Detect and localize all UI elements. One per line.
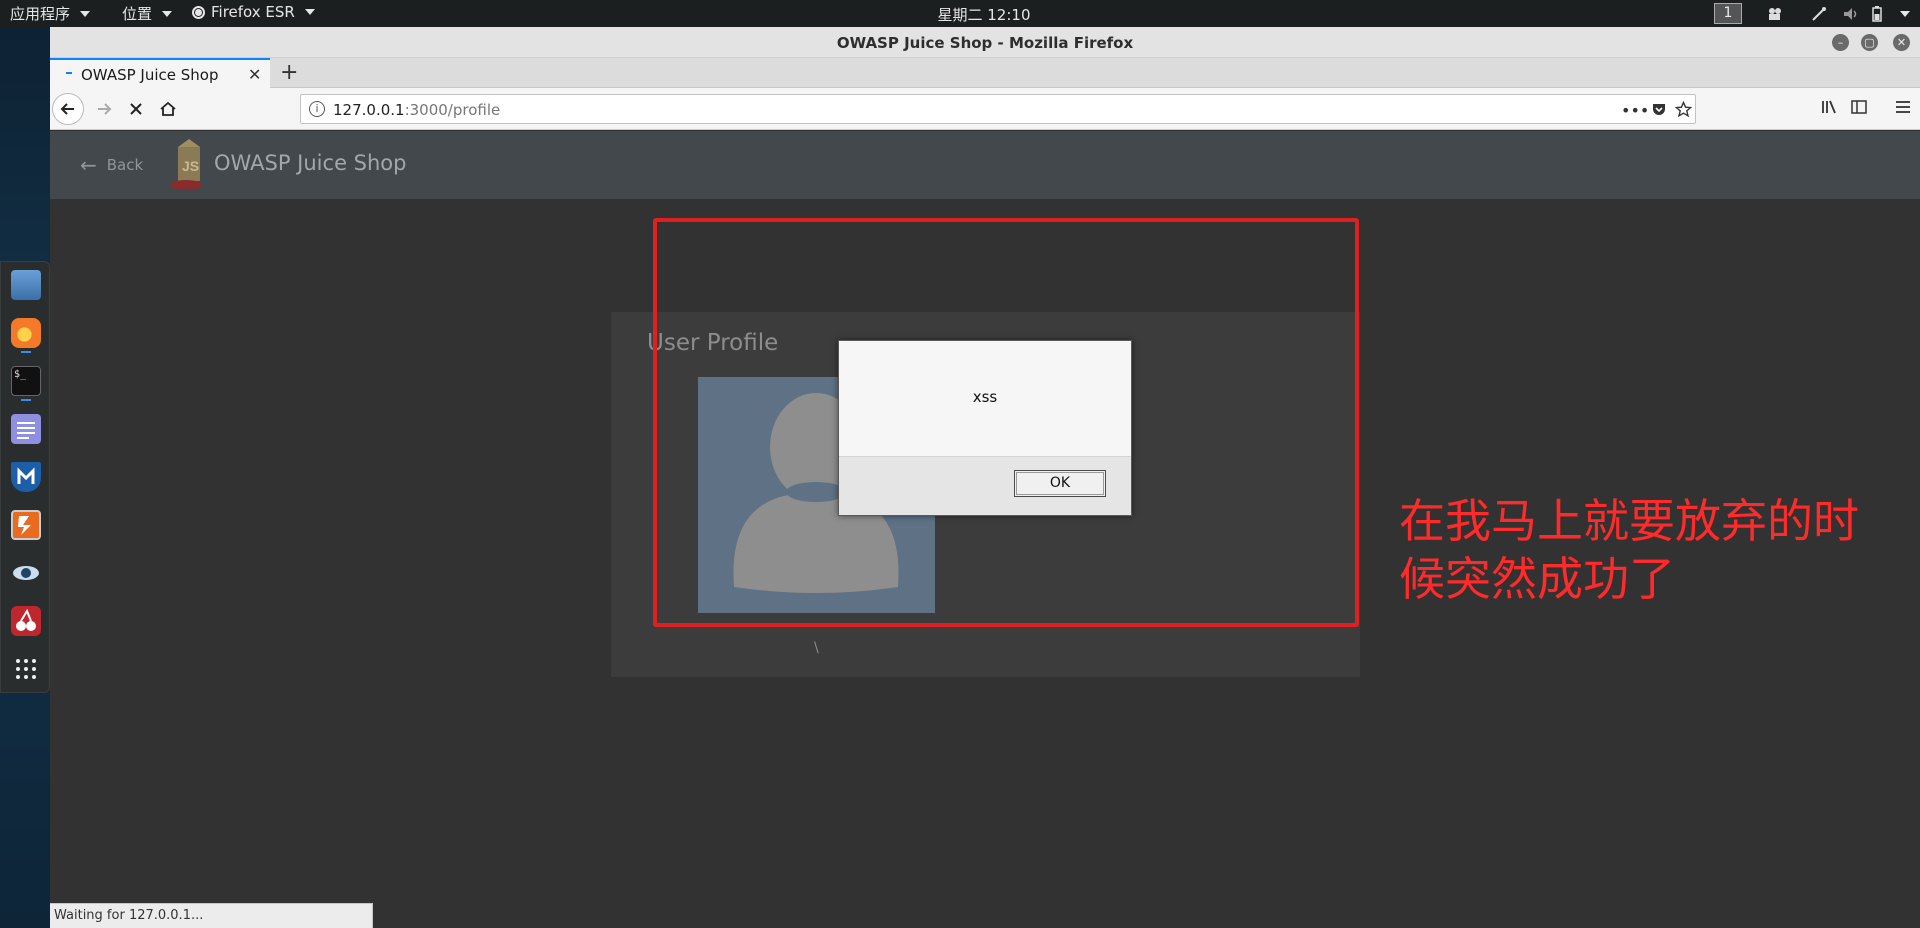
tab-bar: OWASP Juice Shop ✕ +: [50, 58, 1920, 88]
bookmark-star-icon[interactable]: [1675, 101, 1692, 118]
new-tab-button[interactable]: +: [280, 60, 298, 85]
tab-owasp-juice-shop[interactable]: OWASP Juice Shop ✕: [50, 58, 270, 88]
page-actions-icon[interactable]: •••: [1621, 101, 1649, 120]
system-top-bar: 应用程序 位置 Firefox ESR 星期二 12:10 1: [0, 0, 1920, 27]
video-camera-icon[interactable]: [1766, 5, 1784, 23]
url-text[interactable]: 127.0.0.1:3000/profile: [333, 101, 500, 119]
metasploit-icon[interactable]: [11, 462, 41, 492]
juice-shop-logo[interactable]: JS: [168, 137, 208, 191]
svg-text:JS: JS: [182, 158, 199, 174]
sidebar-toggle-icon[interactable]: [1850, 98, 1868, 116]
volume-icon[interactable]: [1842, 5, 1860, 23]
eye-glyph: [13, 566, 39, 580]
ok-button[interactable]: OK: [1014, 470, 1106, 497]
stop-x-icon: [130, 103, 142, 115]
url-bar[interactable]: i 127.0.0.1:3000/profile •••: [300, 94, 1696, 124]
firefox-icon[interactable]: [11, 318, 41, 348]
web-content: ← Back JS OWASP Juice Shop User Profile …: [50, 131, 1920, 928]
running-indicator: [21, 399, 31, 401]
running-indicator: [21, 351, 31, 353]
burp-bolt-icon: [18, 516, 31, 535]
status-bar: Waiting for 127.0.0.1...: [50, 903, 373, 928]
annotation-text: 在我马上就要放弃的时候突然成功了: [1399, 494, 1859, 606]
clock[interactable]: 星期二 12:10: [0, 4, 1920, 25]
url-host: 127.0.0.1: [333, 101, 405, 119]
cherrytree-icon[interactable]: [11, 606, 41, 636]
library-icon[interactable]: [1820, 98, 1838, 116]
window-titlebar[interactable]: OWASP Juice Shop - Mozilla Firefox – ▢ ✕: [50, 27, 1920, 58]
app-toolbar: ← Back JS OWASP Juice Shop: [50, 131, 1920, 199]
window-title: OWASP Juice Shop - Mozilla Firefox: [836, 34, 1134, 52]
arrow-left-icon: ←: [80, 153, 97, 177]
firefox-window: OWASP Juice Shop - Mozilla Firefox – ▢ ✕…: [50, 27, 1920, 928]
grid-dots-icon: [16, 659, 36, 679]
text-editor-icon[interactable]: [11, 414, 41, 444]
pocket-icon[interactable]: [1651, 101, 1667, 117]
stop-button[interactable]: [120, 93, 152, 125]
show-applications-icon[interactable]: [11, 654, 41, 684]
maximize-button[interactable]: ▢: [1861, 34, 1878, 51]
cherry-icon: [16, 608, 36, 631]
close-tab-button[interactable]: ✕: [248, 65, 261, 84]
dock: $_: [0, 261, 50, 693]
url-path: :3000/profile: [404, 101, 501, 119]
eye-icon[interactable]: [11, 558, 41, 588]
minimize-button[interactable]: –: [1832, 34, 1849, 51]
alert-dialog: xss OK: [838, 340, 1132, 516]
username-text: \: [814, 640, 819, 656]
workspace-indicator[interactable]: 1: [1714, 3, 1742, 24]
forward-button[interactable]: [88, 93, 120, 125]
files-icon[interactable]: [11, 270, 41, 300]
home-icon: [160, 101, 176, 116]
back-link-label: Back: [106, 156, 144, 174]
arrow-right-icon: [98, 103, 112, 115]
network-off-icon[interactable]: [1810, 5, 1828, 23]
m-shield-icon: [17, 467, 35, 484]
back-link[interactable]: ← Back: [80, 153, 143, 177]
alert-message: xss: [972, 388, 998, 406]
alert-footer: OK: [839, 456, 1131, 515]
arrow-left-icon: [60, 103, 74, 115]
hamburger-menu-icon[interactable]: [1894, 98, 1912, 116]
battery-icon[interactable]: [1868, 5, 1886, 23]
loading-spinner-icon: [66, 72, 72, 74]
system-menu-chevron-icon[interactable]: [1900, 11, 1910, 17]
burpsuite-icon[interactable]: [11, 510, 41, 540]
terminal-icon[interactable]: $_: [11, 366, 41, 396]
site-info-icon[interactable]: i: [309, 101, 325, 117]
text-lines-icon: [17, 422, 35, 439]
close-window-button[interactable]: ✕: [1893, 34, 1910, 51]
navigation-toolbar: i 127.0.0.1:3000/profile •••: [50, 88, 1920, 130]
app-title: OWASP Juice Shop: [214, 151, 407, 175]
tab-title: OWASP Juice Shop: [81, 66, 219, 84]
home-button[interactable]: [152, 93, 184, 125]
back-button[interactable]: [52, 93, 84, 125]
